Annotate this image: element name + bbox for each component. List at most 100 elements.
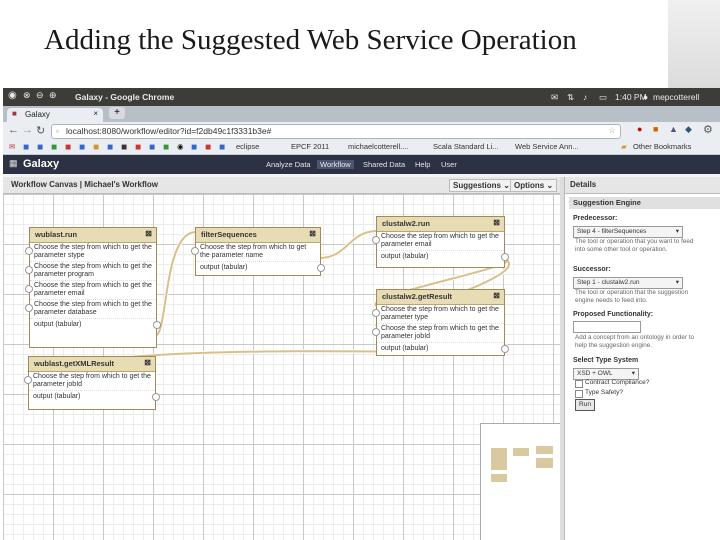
- bookmark-icon[interactable]: ◼: [93, 142, 99, 151]
- volume-icon[interactable]: ♪: [583, 92, 587, 102]
- minimize-window-icon[interactable]: ⊖: [36, 90, 44, 101]
- user-name[interactable]: mepcotterell: [653, 92, 699, 102]
- options-menu-button[interactable]: Options ⌄: [510, 179, 558, 192]
- bookmark-star-icon[interactable]: ☆: [608, 125, 616, 136]
- tab-galaxy[interactable]: ■ Galaxy ×: [7, 108, 103, 122]
- node-input[interactable]: Choose the step from which to get the pa…: [25, 243, 156, 262]
- bookmark-icon[interactable]: ◼: [205, 142, 211, 151]
- node-header[interactable]: clustalw2.getResult ⊠: [377, 290, 504, 305]
- node-input[interactable]: Choose the step from which to get the pa…: [25, 262, 156, 281]
- bookmark-scala[interactable]: Scala Standard Li...: [433, 142, 498, 151]
- run-button[interactable]: Run: [575, 399, 595, 411]
- node-input[interactable]: Choose the step from which to get the pa…: [372, 232, 504, 251]
- node-output[interactable]: output (tabular): [29, 391, 160, 402]
- ubuntu-logo-icon[interactable]: ◉: [8, 90, 17, 101]
- battery-icon[interactable]: ▭: [599, 92, 607, 103]
- nav-help[interactable]: Help: [415, 160, 430, 169]
- input-terminal-icon[interactable]: [372, 236, 380, 244]
- extension-icon[interactable]: ●: [637, 124, 642, 134]
- suggestions-menu-button[interactable]: Suggestions ⌄: [449, 179, 514, 192]
- bookmark-icon[interactable]: ◼: [149, 142, 155, 151]
- back-icon[interactable]: ←: [8, 124, 19, 136]
- url-input[interactable]: ▫ localhost:8080/workflow/editor?id=f2db…: [51, 124, 621, 139]
- bookmark-icon[interactable]: ◼: [219, 142, 225, 151]
- bookmark-icon[interactable]: ✉: [9, 142, 15, 151]
- output-terminal-icon[interactable]: [153, 321, 161, 329]
- bookmark-icon[interactable]: ◼: [135, 142, 141, 151]
- reload-icon[interactable]: ↻: [36, 124, 45, 137]
- node-input[interactable]: Choose the step from which to get the pa…: [372, 324, 504, 343]
- output-terminal-icon[interactable]: [501, 345, 509, 353]
- close-node-icon[interactable]: ⊠: [309, 229, 316, 238]
- input-terminal-icon[interactable]: [25, 304, 33, 312]
- node-header[interactable]: filterSequences ⊠: [196, 228, 320, 243]
- wrench-menu-icon[interactable]: ⚙: [703, 123, 713, 136]
- network-icon[interactable]: ⇅: [567, 92, 574, 103]
- nav-shared-data[interactable]: Shared Data: [363, 160, 405, 169]
- input-terminal-icon[interactable]: [25, 247, 33, 255]
- galaxy-brand[interactable]: Galaxy: [23, 158, 59, 170]
- input-terminal-icon[interactable]: [24, 376, 32, 384]
- bookmark-michaelcotterell[interactable]: michaelcotterell....: [348, 142, 408, 151]
- node-wublast-run[interactable]: wublast.run ⊠ Choose the step from which…: [25, 227, 161, 348]
- bookmark-icon[interactable]: ◼: [23, 142, 29, 151]
- canvas-overview[interactable]: [480, 423, 562, 540]
- bookmark-icon[interactable]: ◼: [163, 142, 169, 151]
- close-window-icon[interactable]: ⊗: [23, 90, 31, 101]
- node-output[interactable]: output (tabular): [377, 251, 509, 262]
- bookmark-icon[interactable]: ◼: [79, 142, 85, 151]
- new-tab-icon[interactable]: +: [109, 107, 125, 119]
- input-terminal-icon[interactable]: [372, 328, 380, 336]
- close-node-icon[interactable]: ⊠: [144, 358, 151, 367]
- type-safety-checkbox[interactable]: [575, 390, 583, 398]
- clock-text[interactable]: 1:40 PM: [615, 92, 647, 102]
- extension-icon[interactable]: ■: [653, 124, 658, 134]
- other-bookmarks[interactable]: Other Bookmarks: [633, 142, 691, 151]
- node-output[interactable]: output (tabular): [196, 262, 325, 273]
- node-wublast-get-xml-result[interactable]: wublast.getXMLResult ⊠ Choose the step f…: [24, 356, 160, 410]
- extension-icon[interactable]: ▲: [669, 124, 678, 134]
- output-terminal-icon[interactable]: [152, 393, 160, 401]
- bookmark-web-service-ann[interactable]: Web Service Ann...: [515, 142, 579, 151]
- bookmark-icon[interactable]: ◉: [177, 142, 184, 151]
- nav-user[interactable]: User: [441, 160, 457, 169]
- close-node-icon[interactable]: ⊠: [145, 229, 152, 238]
- node-input[interactable]: Choose the step from which to get the pa…: [24, 372, 155, 391]
- node-clustalw2-run[interactable]: clustalw2.run ⊠ Choose the step from whi…: [372, 216, 509, 268]
- successor-select[interactable]: Step 1 - clustalw2.run ▾: [573, 277, 683, 289]
- extension-icon[interactable]: ◆: [685, 124, 692, 135]
- input-terminal-icon[interactable]: [25, 266, 33, 274]
- node-clustalw2-get-result[interactable]: clustalw2.getResult ⊠ Choose the step fr…: [372, 289, 509, 356]
- bookmark-icon[interactable]: ◼: [51, 142, 57, 151]
- bookmark-eclipse[interactable]: eclipse: [236, 142, 259, 151]
- node-header[interactable]: wublast.run ⊠: [30, 228, 156, 243]
- forward-icon[interactable]: →: [22, 124, 33, 136]
- node-filter-sequences[interactable]: filterSequences ⊠ Choose the step from w…: [191, 227, 325, 276]
- node-output[interactable]: output (tabular): [377, 343, 509, 354]
- close-node-icon[interactable]: ⊠: [493, 218, 500, 227]
- nav-analyze-data[interactable]: Analyze Data: [266, 160, 311, 169]
- predecessor-select[interactable]: Step 4 - filterSequences ▾: [573, 226, 683, 238]
- bookmark-icon[interactable]: ◼: [191, 142, 197, 151]
- bookmark-icon[interactable]: ◼: [65, 142, 71, 151]
- node-header[interactable]: clustalw2.run ⊠: [377, 217, 504, 232]
- bookmark-epcf[interactable]: EPCF 2011: [291, 142, 329, 151]
- workflow-grid[interactable]: wublast.run ⊠ Choose the step from which…: [3, 194, 560, 540]
- input-terminal-icon[interactable]: [191, 247, 199, 255]
- output-terminal-icon[interactable]: [317, 264, 325, 272]
- bookmark-icon[interactable]: ◼: [121, 142, 127, 151]
- contract-checkbox[interactable]: [575, 380, 583, 388]
- functionality-input[interactable]: [573, 321, 641, 333]
- node-output[interactable]: output (tabular): [30, 319, 161, 330]
- maximize-window-icon[interactable]: ⊕: [49, 90, 57, 101]
- mail-icon[interactable]: ✉: [551, 92, 558, 103]
- nav-workflow[interactable]: Workflow: [317, 160, 354, 169]
- output-terminal-icon[interactable]: [501, 253, 509, 261]
- canvas-scrollbar[interactable]: [560, 177, 564, 540]
- bookmark-icon[interactable]: ◼: [37, 142, 43, 151]
- input-terminal-icon[interactable]: [372, 309, 380, 317]
- node-input[interactable]: Choose the step from which to get the pa…: [25, 300, 156, 319]
- input-terminal-icon[interactable]: [25, 285, 33, 293]
- close-node-icon[interactable]: ⊠: [493, 291, 500, 300]
- node-header[interactable]: wublast.getXMLResult ⊠: [29, 357, 155, 372]
